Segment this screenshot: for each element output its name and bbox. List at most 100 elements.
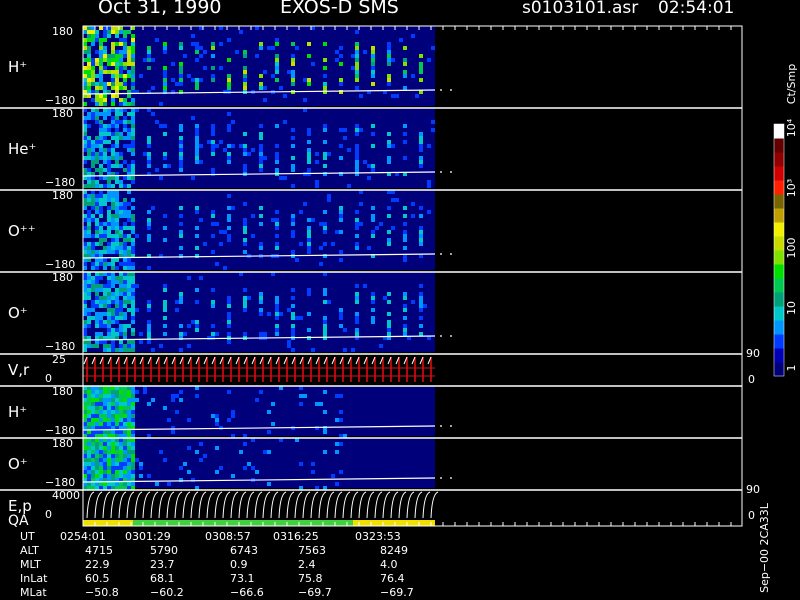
count-cell (355, 222, 359, 226)
count-cell (95, 292, 99, 296)
count-cell (135, 458, 139, 462)
count-cell (123, 288, 127, 292)
count-cell (123, 284, 127, 288)
count-cell (115, 198, 119, 202)
count-cell (119, 234, 123, 238)
count-cell (355, 164, 359, 168)
count-cell (99, 148, 103, 152)
count-cell (115, 50, 119, 54)
count-cell (127, 402, 131, 406)
y-min-label: −180 (45, 258, 75, 271)
count-cell (403, 246, 407, 250)
panel-label: He⁺ (8, 140, 36, 158)
count-cell (147, 304, 151, 308)
count-cell (91, 98, 95, 102)
count-cell (247, 152, 251, 156)
count-cell (403, 62, 407, 66)
count-cell (103, 160, 107, 164)
count-cell (103, 296, 107, 300)
count-cell (139, 340, 143, 344)
count-cell (211, 250, 215, 254)
count-cell (91, 66, 95, 70)
count-cell (323, 90, 327, 94)
count-cell (275, 234, 279, 238)
count-cell (99, 124, 103, 128)
count-cell (119, 102, 123, 106)
count-cell (371, 164, 375, 168)
count-cell (147, 46, 151, 50)
count-cell (83, 280, 87, 284)
count-cell (91, 442, 95, 446)
count-cell (127, 168, 131, 172)
count-cell (131, 284, 135, 288)
count-cell (147, 160, 151, 164)
count-cell (243, 218, 247, 222)
count-cell (127, 288, 131, 292)
count-cell (119, 86, 123, 90)
count-cell (275, 168, 279, 172)
count-cell (199, 218, 203, 222)
count-cell (123, 38, 127, 42)
count-cell (171, 62, 175, 66)
count-cell (403, 292, 407, 296)
count-cell (127, 398, 131, 402)
count-cell (91, 70, 95, 74)
count-cell (127, 446, 131, 450)
count-cell (95, 410, 99, 414)
count-cell (83, 462, 87, 466)
count-cell (87, 390, 91, 394)
count-cell (115, 226, 119, 230)
count-cell (199, 54, 203, 58)
count-cell (127, 414, 131, 418)
count-cell (199, 46, 203, 50)
count-cell (123, 210, 127, 214)
count-cell (103, 148, 107, 152)
count-cell (103, 418, 107, 422)
count-cell (111, 398, 115, 402)
count-cell (119, 112, 123, 116)
count-cell (115, 214, 119, 218)
count-cell (111, 218, 115, 222)
count-cell (339, 156, 343, 160)
count-cell (339, 144, 343, 148)
count-cell (143, 390, 147, 394)
count-cell (319, 402, 323, 406)
count-cell (95, 230, 99, 234)
count-cell (107, 26, 111, 30)
count-cell (259, 148, 263, 152)
count-cell (119, 276, 123, 280)
count-cell (87, 116, 91, 120)
count-cell (327, 198, 331, 202)
panel-label: O⁺⁺ (8, 222, 36, 240)
count-cell (131, 140, 135, 144)
count-cell (155, 168, 159, 172)
count-cell (131, 180, 135, 184)
count-cell (391, 58, 395, 62)
count-cell (91, 430, 95, 434)
count-cell (323, 316, 327, 320)
count-cell (119, 74, 123, 78)
count-cell (87, 340, 91, 344)
count-cell (119, 470, 123, 474)
count-cell (87, 450, 91, 454)
count-cell (147, 328, 151, 332)
count-cell (163, 132, 167, 136)
table-row-label: InLat (20, 572, 48, 585)
count-cell (95, 250, 99, 254)
count-cell (355, 246, 359, 250)
count-cell (123, 82, 127, 86)
count-cell (355, 332, 359, 336)
count-cell (255, 398, 259, 402)
count-cell (391, 226, 395, 230)
count-cell (103, 128, 107, 132)
count-cell (411, 202, 415, 206)
count-cell (151, 58, 155, 62)
count-cell (291, 348, 295, 352)
count-cell (95, 202, 99, 206)
count-cell (115, 312, 119, 316)
count-cell (227, 160, 231, 164)
count-cell (87, 78, 91, 82)
table-cell: 2.4 (298, 558, 316, 571)
count-cell (107, 312, 111, 316)
table-cell: 0308:57 (205, 530, 251, 543)
